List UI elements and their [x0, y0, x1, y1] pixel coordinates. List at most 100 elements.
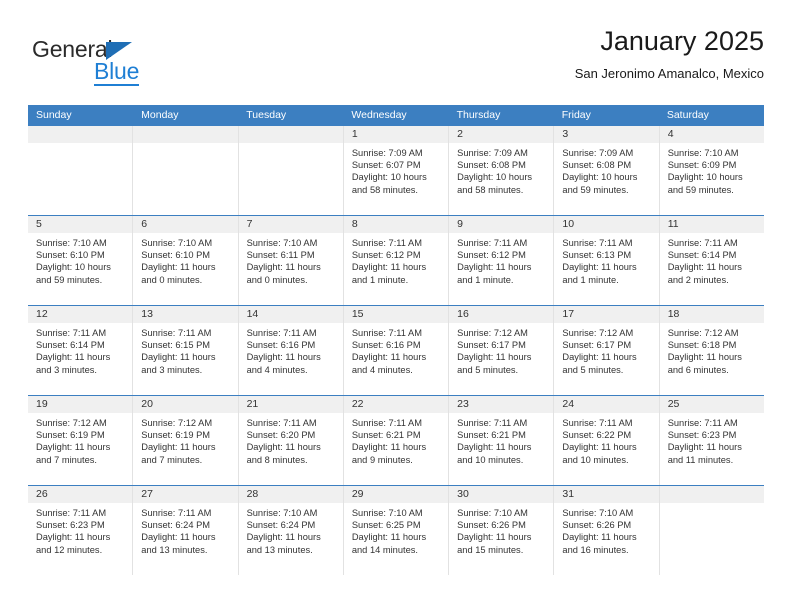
day-number: 5 [28, 216, 133, 233]
weekday-header-sunday: Sunday [36, 109, 72, 121]
sunset-text: Sunset: 6:16 PM [351, 340, 421, 351]
calendar-day-cell[interactable]: 13 Sunrise: 7:11 AM Sunset: 6:15 PM Dayligh… [133, 306, 239, 395]
calendar-day-cell[interactable]: 21 Sunrise: 7:11 AM Sunset: 6:20 PM Dayligh… [238, 396, 344, 485]
sun-info: Sunrise: 7:12 AM Sunset: 6:18 PM Daylight:… [660, 323, 764, 376]
calendar-weeks: 1 Sunrise: 7:09 AM Sunset: 6:07 PM Daylight… [28, 126, 764, 575]
calendar-day-cell[interactable]: 11 Sunrise: 7:11 AM Sunset: 6:14 PM Dayligh… [659, 216, 764, 305]
day-number: 21 [238, 396, 343, 413]
logo-text-blue: Blue [94, 58, 140, 84]
day-number: 2 [449, 126, 554, 143]
sunset-text: Sunset: 6:26 PM [562, 520, 632, 531]
sunset-text: Sunset: 6:23 PM [667, 430, 737, 441]
sunset-text: Sunset: 6:13 PM [562, 250, 632, 261]
sunset-text: Sunset: 6:12 PM [351, 250, 421, 261]
sunset-text: Sunset: 6:08 PM [562, 160, 632, 171]
weekday-header-wednesday: Wednesday [351, 109, 407, 121]
calendar-day-cell[interactable]: 23 Sunrise: 7:11 AM Sunset: 6:21 PM Dayligh… [449, 396, 555, 485]
sun-info: Sunrise: 7:10 AM Sunset: 6:10 PM Daylight:… [28, 233, 132, 286]
daylight-text-line1: Daylight: 11 hours [457, 262, 532, 273]
daylight-text-line1: Daylight: 10 hours [36, 262, 111, 273]
daylight-text-line1: Daylight: 11 hours [141, 442, 216, 453]
daylight-text-line2: and 58 minutes. [351, 184, 418, 195]
sunset-text: Sunset: 6:21 PM [351, 430, 421, 441]
daylight-text-line2: and 13 minutes. [246, 544, 313, 555]
daylight-text-line1: Daylight: 11 hours [562, 442, 637, 453]
daylight-text-line1: Daylight: 11 hours [141, 532, 216, 543]
calendar-day-cell[interactable]: 28 Sunrise: 7:10 AM Sunset: 6:24 PM Dayligh… [238, 486, 344, 575]
calendar-day-cell[interactable]: 17 Sunrise: 7:12 AM Sunset: 6:17 PM Dayligh… [554, 306, 660, 395]
calendar-day-cell[interactable]: 24 Sunrise: 7:11 AM Sunset: 6:22 PM Dayligh… [554, 396, 660, 485]
daylight-text-line2: and 6 minutes. [667, 364, 729, 375]
weekday-header-row: Sunday Monday Tuesday Wednesday Thursday Frid… [28, 105, 764, 126]
daylight-text-line2: and 16 minutes. [562, 544, 629, 555]
calendar-day-cell[interactable]: 10 Sunrise: 7:11 AM Sunset: 6:13 PM Dayligh… [554, 216, 660, 305]
sun-info: Sunrise: 7:12 AM Sunset: 6:19 PM Daylight:… [133, 413, 237, 466]
calendar-day-cell[interactable]: 22 Sunrise: 7:11 AM Sunset: 6:21 PM Dayligh… [343, 396, 450, 485]
calendar-day-cell[interactable]: 19 Sunrise: 7:12 AM Sunset: 6:19 PM Dayligh… [28, 396, 134, 485]
calendar-day-cell[interactable]: 27 Sunrise: 7:11 AM Sunset: 6:24 PM Dayligh… [133, 486, 239, 575]
calendar-day-cell[interactable]: 6 Sunrise: 7:10 AM Sunset: 6:10 PM Daylight… [133, 216, 239, 305]
calendar-day-cell[interactable]: 8 Sunrise: 7:11 AM Sunset: 6:12 PM Daylight… [343, 216, 450, 305]
calendar-day-cell[interactable]: 7 Sunrise: 7:10 AM Sunset: 6:11 PM Daylight… [238, 216, 344, 305]
day-number: 22 [343, 396, 449, 413]
daylight-text-line1: Daylight: 11 hours [36, 442, 111, 453]
calendar-day-cell[interactable]: 29 Sunrise: 7:10 AM Sunset: 6:25 PM Dayligh… [343, 486, 450, 575]
daylight-text-line2: and 7 minutes. [141, 454, 203, 465]
calendar-day-cell[interactable]: 12 Sunrise: 7:11 AM Sunset: 6:14 PM Dayligh… [28, 306, 134, 395]
calendar-day-cell[interactable]: 31 Sunrise: 7:10 AM Sunset: 6:26 PM Dayligh… [554, 486, 660, 575]
sunrise-text: Sunrise: 7:11 AM [141, 508, 212, 518]
page-title: January 2025 [600, 26, 764, 56]
calendar-day-cell[interactable]: 18 Sunrise: 7:12 AM Sunset: 6:18 PM Dayligh… [659, 306, 764, 395]
sunset-text: Sunset: 6:24 PM [246, 520, 316, 531]
calendar-day-cell[interactable]: 4 Sunrise: 7:10 AM Sunset: 6:09 PM Daylight… [659, 126, 764, 215]
calendar-day-cell[interactable]: 2 Sunrise: 7:09 AM Sunset: 6:08 PM Daylight… [449, 126, 555, 215]
weekday-header-tuesday: Tuesday [246, 109, 287, 121]
calendar-day-cell[interactable]: 20 Sunrise: 7:12 AM Sunset: 6:19 PM Dayligh… [133, 396, 239, 485]
sunrise-text: Sunrise: 7:10 AM [562, 508, 634, 518]
sunset-text: Sunset: 6:12 PM [457, 250, 526, 261]
calendar-day-cell[interactable]: 14 Sunrise: 7:11 AM Sunset: 6:16 PM Dayligh… [238, 306, 344, 395]
daylight-text-line2: and 15 minutes. [457, 544, 524, 555]
daylight-text-line2: and 4 minutes. [246, 364, 308, 375]
calendar-day-cell[interactable]: 30 Sunrise: 7:10 AM Sunset: 6:26 PM Dayligh… [449, 486, 555, 575]
sun-info: Sunrise: 7:10 AM Sunset: 6:26 PM Daylight:… [449, 503, 553, 556]
sunset-text: Sunset: 6:25 PM [351, 520, 421, 531]
daylight-text-line2: and 5 minutes. [562, 364, 624, 375]
calendar-day-cell[interactable]: 25 Sunrise: 7:11 AM Sunset: 6:23 PM Dayligh… [659, 396, 764, 485]
sunset-text: Sunset: 6:09 PM [667, 160, 737, 171]
day-number: 16 [449, 306, 554, 323]
daylight-text-line1: Daylight: 10 hours [457, 172, 533, 183]
daylight-text-line1: Daylight: 11 hours [667, 442, 742, 453]
day-number: 14 [238, 306, 343, 323]
day-number [133, 126, 238, 143]
day-number: 20 [133, 396, 238, 413]
sunset-text: Sunset: 6:17 PM [562, 340, 632, 351]
calendar-grid: Sunday Monday Tuesday Wednesday Thursday Frid… [28, 105, 764, 575]
sun-info: Sunrise: 7:09 AM Sunset: 6:08 PM Daylight:… [554, 143, 658, 196]
sunrise-text: Sunrise: 7:09 AM [562, 148, 634, 158]
calendar-day-cell[interactable]: 9 Sunrise: 7:11 AM Sunset: 6:12 PM Daylight… [449, 216, 555, 305]
calendar-day-cell[interactable]: 5 Sunrise: 7:10 AM Sunset: 6:10 PM Daylight… [28, 216, 134, 305]
calendar-day-cell[interactable]: 16 Sunrise: 7:12 AM Sunset: 6:17 PM Dayligh… [449, 306, 555, 395]
day-number: 19 [28, 396, 133, 413]
daylight-text-line1: Daylight: 11 hours [457, 532, 532, 543]
day-number: 18 [659, 306, 764, 323]
calendar-day-cell[interactable]: 26 Sunrise: 7:11 AM Sunset: 6:23 PM Dayligh… [28, 486, 134, 575]
day-number [238, 126, 343, 143]
sun-info: Sunrise: 7:11 AM Sunset: 6:21 PM Daylight:… [449, 413, 553, 466]
daylight-text-line2: and 59 minutes. [667, 184, 734, 195]
calendar-day-cell[interactable]: 1 Sunrise: 7:09 AM Sunset: 6:07 PM Daylight… [343, 126, 450, 215]
sunrise-text: Sunrise: 7:11 AM [36, 328, 107, 338]
sunset-text: Sunset: 6:11 PM [246, 250, 315, 261]
sun-info: Sunrise: 7:11 AM Sunset: 6:16 PM Daylight:… [344, 323, 448, 376]
daylight-text-line2: and 8 minutes. [246, 454, 308, 465]
sun-info: Sunrise: 7:11 AM Sunset: 6:14 PM Daylight:… [28, 323, 132, 376]
sunrise-text: Sunrise: 7:11 AM [351, 418, 422, 428]
calendar-day-cell[interactable]: 15 Sunrise: 7:11 AM Sunset: 6:16 PM Dayligh… [343, 306, 450, 395]
general-blue-logo[interactable]: General Blue [32, 36, 232, 92]
sunset-text: Sunset: 6:14 PM [36, 340, 105, 351]
calendar-day-cell[interactable]: 3 Sunrise: 7:09 AM Sunset: 6:08 PM Daylight… [554, 126, 660, 215]
sunrise-text: Sunrise: 7:10 AM [36, 238, 107, 248]
sunrise-text: Sunrise: 7:09 AM [457, 148, 528, 158]
sun-info: Sunrise: 7:10 AM Sunset: 6:25 PM Daylight:… [344, 503, 448, 556]
